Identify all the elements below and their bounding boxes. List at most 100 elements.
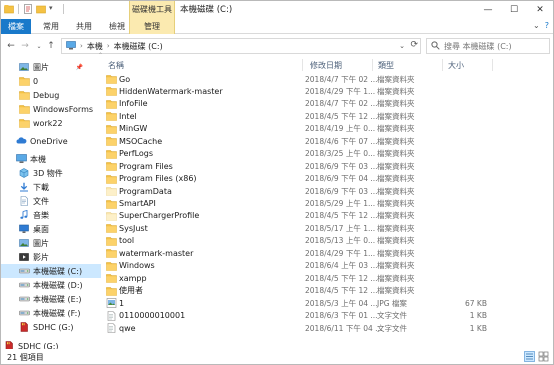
this-pc-icon xyxy=(16,154,27,164)
tab-home[interactable]: 常用 xyxy=(41,19,61,34)
sidebar-item[interactable]: 桌面 xyxy=(1,222,101,236)
column-divider[interactable] xyxy=(302,59,303,71)
minimize-button[interactable]: — xyxy=(475,1,501,19)
pin-icon[interactable]: 📌 xyxy=(76,64,83,71)
new-folder-icon[interactable] xyxy=(36,4,46,14)
sidebar-item-label: 桌面 xyxy=(33,224,49,234)
sidebar-item[interactable]: work22 xyxy=(1,116,101,130)
file-row[interactable]: PerfLogs 2018/3/25 上午 0... 檔案資料夾 xyxy=(102,148,552,160)
sidebar-item[interactable]: 本機磁碟 (F:) xyxy=(1,306,101,320)
column-header-size[interactable]: 大小 xyxy=(448,60,464,71)
file-type: 檔案資料夾 xyxy=(377,261,415,271)
file-row[interactable]: SuperChargerProfile 2018/4/5 下午 12 ... 檔案資… xyxy=(102,210,552,222)
search-icon xyxy=(431,40,440,52)
refresh-icon[interactable]: ⟳ xyxy=(410,40,418,50)
column-header-type[interactable]: 類型 xyxy=(378,60,394,71)
details-view-icon[interactable] xyxy=(524,351,535,362)
file-type: 檔案資料夾 xyxy=(377,124,415,134)
folder-light-icon xyxy=(106,186,117,196)
sidebar-item[interactable]: 影片 xyxy=(1,250,101,264)
sidebar-item-label: 文件 xyxy=(33,196,49,206)
sidebar-item[interactable]: 音樂 xyxy=(1,208,101,222)
ribbon-collapse-icon[interactable]: ⌄ xyxy=(533,21,540,30)
folder-icon xyxy=(106,74,117,84)
file-row[interactable]: watermark-master 2018/4/29 下午 1... 檔案資料夾 xyxy=(102,247,552,259)
file-modified-date: 2018/6/9 下午 03 ... xyxy=(305,161,378,171)
sidebar-item[interactable]: 0 xyxy=(1,74,101,88)
file-row[interactable]: MinGW 2018/4/19 上午 0... 檔案資料夾 xyxy=(102,123,552,135)
sidebar-item[interactable]: 圖片 xyxy=(1,236,101,250)
sidebar-item-label: 本機磁碟 (E:) xyxy=(33,294,82,304)
column-header-date[interactable]: 修改日期 xyxy=(310,60,342,71)
file-row[interactable]: ProgramData 2018/6/9 下午 03 ... 檔案資料夾 xyxy=(102,185,552,197)
file-row[interactable]: HiddenWatermark-master 2018/4/29 下午 1... 檔… xyxy=(102,85,552,97)
file-row[interactable]: Program Files (x86) 2018/6/9 下午 04 ... 檔案資… xyxy=(102,173,552,185)
file-row[interactable]: Intel 2018/4/5 下午 12 ... 檔案資料夾 xyxy=(102,110,552,122)
file-row[interactable]: 0110000010001 2018/6/3 下午 01 ... 文字文件 1 KB xyxy=(102,310,552,322)
sidebar-item[interactable]: 本機磁碟 (C:) xyxy=(1,264,101,278)
file-modified-date: 2018/6/9 下午 03 ... xyxy=(305,186,378,196)
tab-view[interactable]: 檢視 xyxy=(107,19,127,34)
pictures-icon xyxy=(19,62,29,72)
column-divider[interactable] xyxy=(442,59,443,71)
breadcrumb-drive-c[interactable]: 本機磁碟 (C:) xyxy=(114,41,163,52)
sd-card-icon xyxy=(4,341,14,349)
file-row[interactable]: 使用者 2018/4/5 下午 12 ... 檔案資料夾 xyxy=(102,285,552,297)
column-header-name[interactable]: 名稱 xyxy=(108,60,124,71)
folder-icon xyxy=(106,286,117,296)
file-name: ProgramData xyxy=(119,186,172,196)
sidebar-item[interactable]: OneDrive xyxy=(1,134,101,148)
forward-arrow-icon[interactable]: → xyxy=(19,40,31,52)
file-row[interactable]: xampp 2018/4/5 下午 12 ... 檔案資料夾 xyxy=(102,272,552,284)
sidebar-item[interactable]: 文件 xyxy=(1,194,101,208)
sidebar-item[interactable]: 本機 xyxy=(1,152,101,166)
file-row[interactable]: tool 2018/5/13 上午 0... 檔案資料夾 xyxy=(102,235,552,247)
search-box[interactable]: 搜尋 本機磁碟 (C:) xyxy=(426,38,550,54)
search-input[interactable]: 搜尋 本機磁碟 (C:) xyxy=(444,41,512,52)
close-button[interactable]: ✕ xyxy=(527,1,553,19)
file-row[interactable]: 1 2018/5/3 上午 04 ... JPG 檔案 67 KB xyxy=(102,297,552,309)
sidebar-item[interactable]: WindowsForms xyxy=(1,102,101,116)
file-row[interactable]: Windows 2018/6/4 上午 03 ... 檔案資料夾 xyxy=(102,260,552,272)
sidebar-item[interactable]: SDHC (G:) xyxy=(1,339,101,349)
tab-file[interactable]: 檔案 xyxy=(1,19,31,34)
file-row[interactable]: SysJust 2018/5/17 上午 1... 檔案資料夾 xyxy=(102,222,552,234)
back-arrow-icon[interactable]: ← xyxy=(5,40,17,52)
file-row[interactable]: Program Files 2018/6/9 下午 03 ... 檔案資料夾 xyxy=(102,160,552,172)
file-row[interactable]: MSOCache 2018/4/6 下午 07 ... 檔案資料夾 xyxy=(102,135,552,147)
sidebar-item[interactable]: Debug xyxy=(1,88,101,102)
sidebar-item[interactable]: 本機磁碟 (E:) xyxy=(1,292,101,306)
sidebar-item[interactable]: 3D 物件 xyxy=(1,166,101,180)
file-modified-date: 2018/5/13 上午 0... xyxy=(305,236,376,246)
help-icon[interactable]: ? xyxy=(545,21,549,30)
file-row[interactable]: SmartAPI 2018/5/29 上午 1... 檔案資料夾 xyxy=(102,198,552,210)
sidebar-item-label: SDHC (G:) xyxy=(18,341,59,350)
folder-icon xyxy=(19,104,30,114)
column-divider[interactable] xyxy=(372,59,373,71)
file-modified-date: 2018/4/29 下午 1... xyxy=(305,86,376,96)
file-row[interactable]: qwe 2018/6/11 下午 04 ... 文字文件 1 KB xyxy=(102,322,552,334)
recent-locations-chevron-icon[interactable]: ⌄ xyxy=(33,40,45,52)
file-row[interactable]: InfoFile 2018/4/7 下午 02 ... 檔案資料夾 xyxy=(102,98,552,110)
sidebar-item[interactable]: SDHC (G:) xyxy=(1,320,101,334)
large-icons-view-icon[interactable] xyxy=(538,351,549,362)
file-row[interactable]: Go 2018/4/7 下午 02 ... 檔案資料夾 xyxy=(102,73,552,85)
properties-icon[interactable] xyxy=(23,4,33,14)
folder-icon xyxy=(106,86,117,97)
address-bar[interactable]: › 本機 › 本機磁碟 (C:) ⌄ ⟳ xyxy=(61,38,421,54)
tab-manage[interactable]: 管理 xyxy=(129,19,175,34)
file-size: 1 KB xyxy=(469,323,487,333)
maximize-button[interactable]: ☐ xyxy=(501,1,527,19)
address-dropdown-icon[interactable]: ⌄ xyxy=(399,42,405,50)
sidebar-item[interactable]: 下載 xyxy=(1,180,101,194)
breadcrumb-this-pc[interactable]: 本機 xyxy=(87,41,103,52)
sidebar-item[interactable]: 圖片 📌 xyxy=(1,60,101,74)
up-arrow-icon[interactable]: ↑ xyxy=(45,40,57,52)
folder-icon xyxy=(106,149,117,159)
customize-dropdown-icon[interactable]: ▾ xyxy=(49,4,59,14)
ribbon-right-controls: ⌄ ? xyxy=(533,21,549,30)
status-bar: 21 個項目 xyxy=(1,350,553,364)
column-divider[interactable] xyxy=(492,59,493,71)
sidebar-item[interactable]: 本機磁碟 (D:) xyxy=(1,278,101,292)
tab-share[interactable]: 共用 xyxy=(74,19,94,34)
